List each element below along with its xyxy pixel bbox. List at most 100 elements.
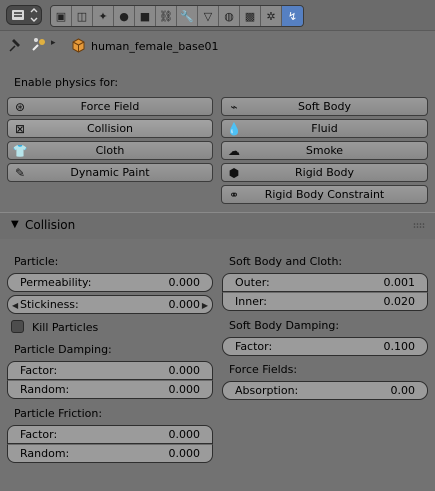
cloth-button[interactable]: 👕 Cloth [7,141,213,160]
stickiness-value: 0.000 [168,298,201,311]
force-field-icon: ⊛ [14,99,26,114]
smoke-icon: ☁ [228,143,240,158]
permeability-field[interactable]: Permeability: 0.000 [7,273,213,292]
absorption-field[interactable]: Absorption: 0.00 [222,381,428,400]
collision-panel-title: Collision [25,218,76,232]
object-data-icon [32,38,45,51]
context-tab-1[interactable]: ◫ [72,6,93,26]
friction-random-value: 0.000 [168,447,201,460]
cloth-label: Cloth [95,144,125,157]
soft-body-damping-heading: Soft Body Damping: [229,319,340,332]
dynamic-paint-button[interactable]: ✎ Dynamic Paint [7,163,213,182]
object-icon [72,38,85,53]
collision-panel-header[interactable]: ▼ Collision [0,212,435,239]
soft-body-cloth-heading: Soft Body and Cloth: [229,255,343,268]
smoke-label: Smoke [305,144,344,157]
stickiness-label: Stickiness: [20,298,79,311]
smoke-button[interactable]: ☁ Smoke [221,141,428,160]
rigid-body-constraint-label: Rigid Body Constraint [264,188,385,201]
modifiers-icon: 🔧 [180,9,194,23]
properties-editor-icon [12,8,38,22]
context-tab-6[interactable]: 🔧 [177,6,198,26]
damping-random-field[interactable]: Random: 0.000 [7,380,213,399]
context-tab-4[interactable]: ■ [135,6,156,26]
permeability-value: 0.000 [168,276,201,289]
inner-label: Inner: [235,295,267,308]
scene-icon: ✦ [98,9,108,23]
decrement-arrow-icon[interactable]: ◀ [12,301,18,310]
outer-value: 0.001 [383,276,416,289]
fluid-icon: 💧 [226,121,242,136]
chevron-right-icon: ▸ [51,38,56,48]
drag-grip-icon[interactable] [413,223,425,228]
context-tab-3[interactable]: ● [114,6,135,26]
permeability-label: Permeability: [20,276,92,289]
rigid-body-label: Rigid Body [295,166,354,179]
collision-button[interactable]: ⊠ Collision [7,119,213,138]
context-tab-0[interactable]: ▣ [51,6,72,26]
soft-body-icon: ⌁ [230,99,238,114]
particle-damping-heading: Particle Damping: [14,343,112,356]
damping-factor-field[interactable]: Factor: 0.000 [7,361,213,380]
breadcrumb: ▸ human_female_base01 [0,33,435,59]
stickiness-field[interactable]: ◀ Stickiness: 0.000 ▶ [7,295,213,314]
render-icon: ▣ [55,9,67,23]
world-icon: ● [119,9,129,23]
fluid-button[interactable]: 💧 Fluid [221,119,428,138]
soft-body-damping-factor-label: Factor: [235,340,273,353]
soft-body-damping-factor-field[interactable]: Factor: 0.100 [222,337,428,356]
constraints-icon: ⛓ [159,9,173,23]
increment-arrow-icon[interactable]: ▶ [202,301,208,310]
fluid-label: Fluid [311,122,338,135]
kill-particles-checkbox[interactable] [11,320,24,333]
force-field-label: Force Field [80,100,140,113]
soft-body-label: Soft Body [298,100,351,113]
context-tab-10[interactable]: ✲ [261,6,282,26]
force-fields-heading: Force Fields: [229,363,298,376]
soft-body-damping-factor-value: 0.100 [383,340,416,353]
material-icon: ◍ [224,9,234,23]
context-tab-8[interactable]: ◍ [219,6,240,26]
object-name: human_female_base01 [91,40,219,53]
inner-value: 0.020 [383,295,416,308]
render-layers-icon: ◫ [76,9,88,23]
soft-body-button[interactable]: ⌁ Soft Body [221,97,428,116]
force-field-button[interactable]: ⊛ Force Field [7,97,213,116]
context-tab-2[interactable]: ✦ [93,6,114,26]
dynamic-paint-label: Dynamic Paint [70,166,150,179]
enable-physics-label: Enable physics for: [14,76,119,89]
context-tabs: ▣ ◫ ✦ ● ■ ⛓ 🔧 ▽ ◍ ▩ ✲ ↯ [50,5,304,27]
pin-icon[interactable] [8,37,26,53]
collapse-triangle-icon[interactable]: ▼ [11,219,19,230]
rigid-body-constraint-button[interactable]: ⚭ Rigid Body Constraint [221,185,428,204]
particles-icon: ✲ [266,9,276,23]
friction-random-field[interactable]: Random: 0.000 [7,444,213,463]
editor-type-button[interactable] [6,5,42,25]
properties-header: ▣ ◫ ✦ ● ■ ⛓ 🔧 ▽ ◍ ▩ ✲ ↯ [0,0,435,31]
particle-heading: Particle: [14,255,59,268]
close-icon: ⊠ [14,121,26,136]
physics-icon: ↯ [287,9,298,23]
context-tab-9[interactable]: ▩ [240,6,261,26]
particle-friction-heading: Particle Friction: [14,407,103,420]
damping-factor-value: 0.000 [168,364,201,377]
link-icon: ⚭ [228,187,240,202]
inner-field[interactable]: Inner: 0.020 [222,292,428,311]
damping-random-label: Random: [20,383,70,396]
context-tab-7[interactable]: ▽ [198,6,219,26]
outer-field[interactable]: Outer: 0.001 [222,273,428,292]
absorption-value: 0.00 [390,384,416,397]
collision-label: Collision [86,122,134,135]
friction-factor-value: 0.000 [168,428,201,441]
damping-factor-label: Factor: [20,364,58,377]
outer-label: Outer: [235,276,270,289]
damping-random-value: 0.000 [168,383,201,396]
rigid-body-icon: ⬢ [228,165,240,180]
context-tab-5[interactable]: ⛓ [156,6,177,26]
data-icon: ▽ [203,9,213,23]
rigid-body-button[interactable]: ⬢ Rigid Body [221,163,428,182]
context-tab-11[interactable]: ↯ [282,6,303,26]
friction-factor-field[interactable]: Factor: 0.000 [7,425,213,444]
friction-factor-label: Factor: [20,428,58,441]
brush-icon: ✎ [14,165,26,180]
